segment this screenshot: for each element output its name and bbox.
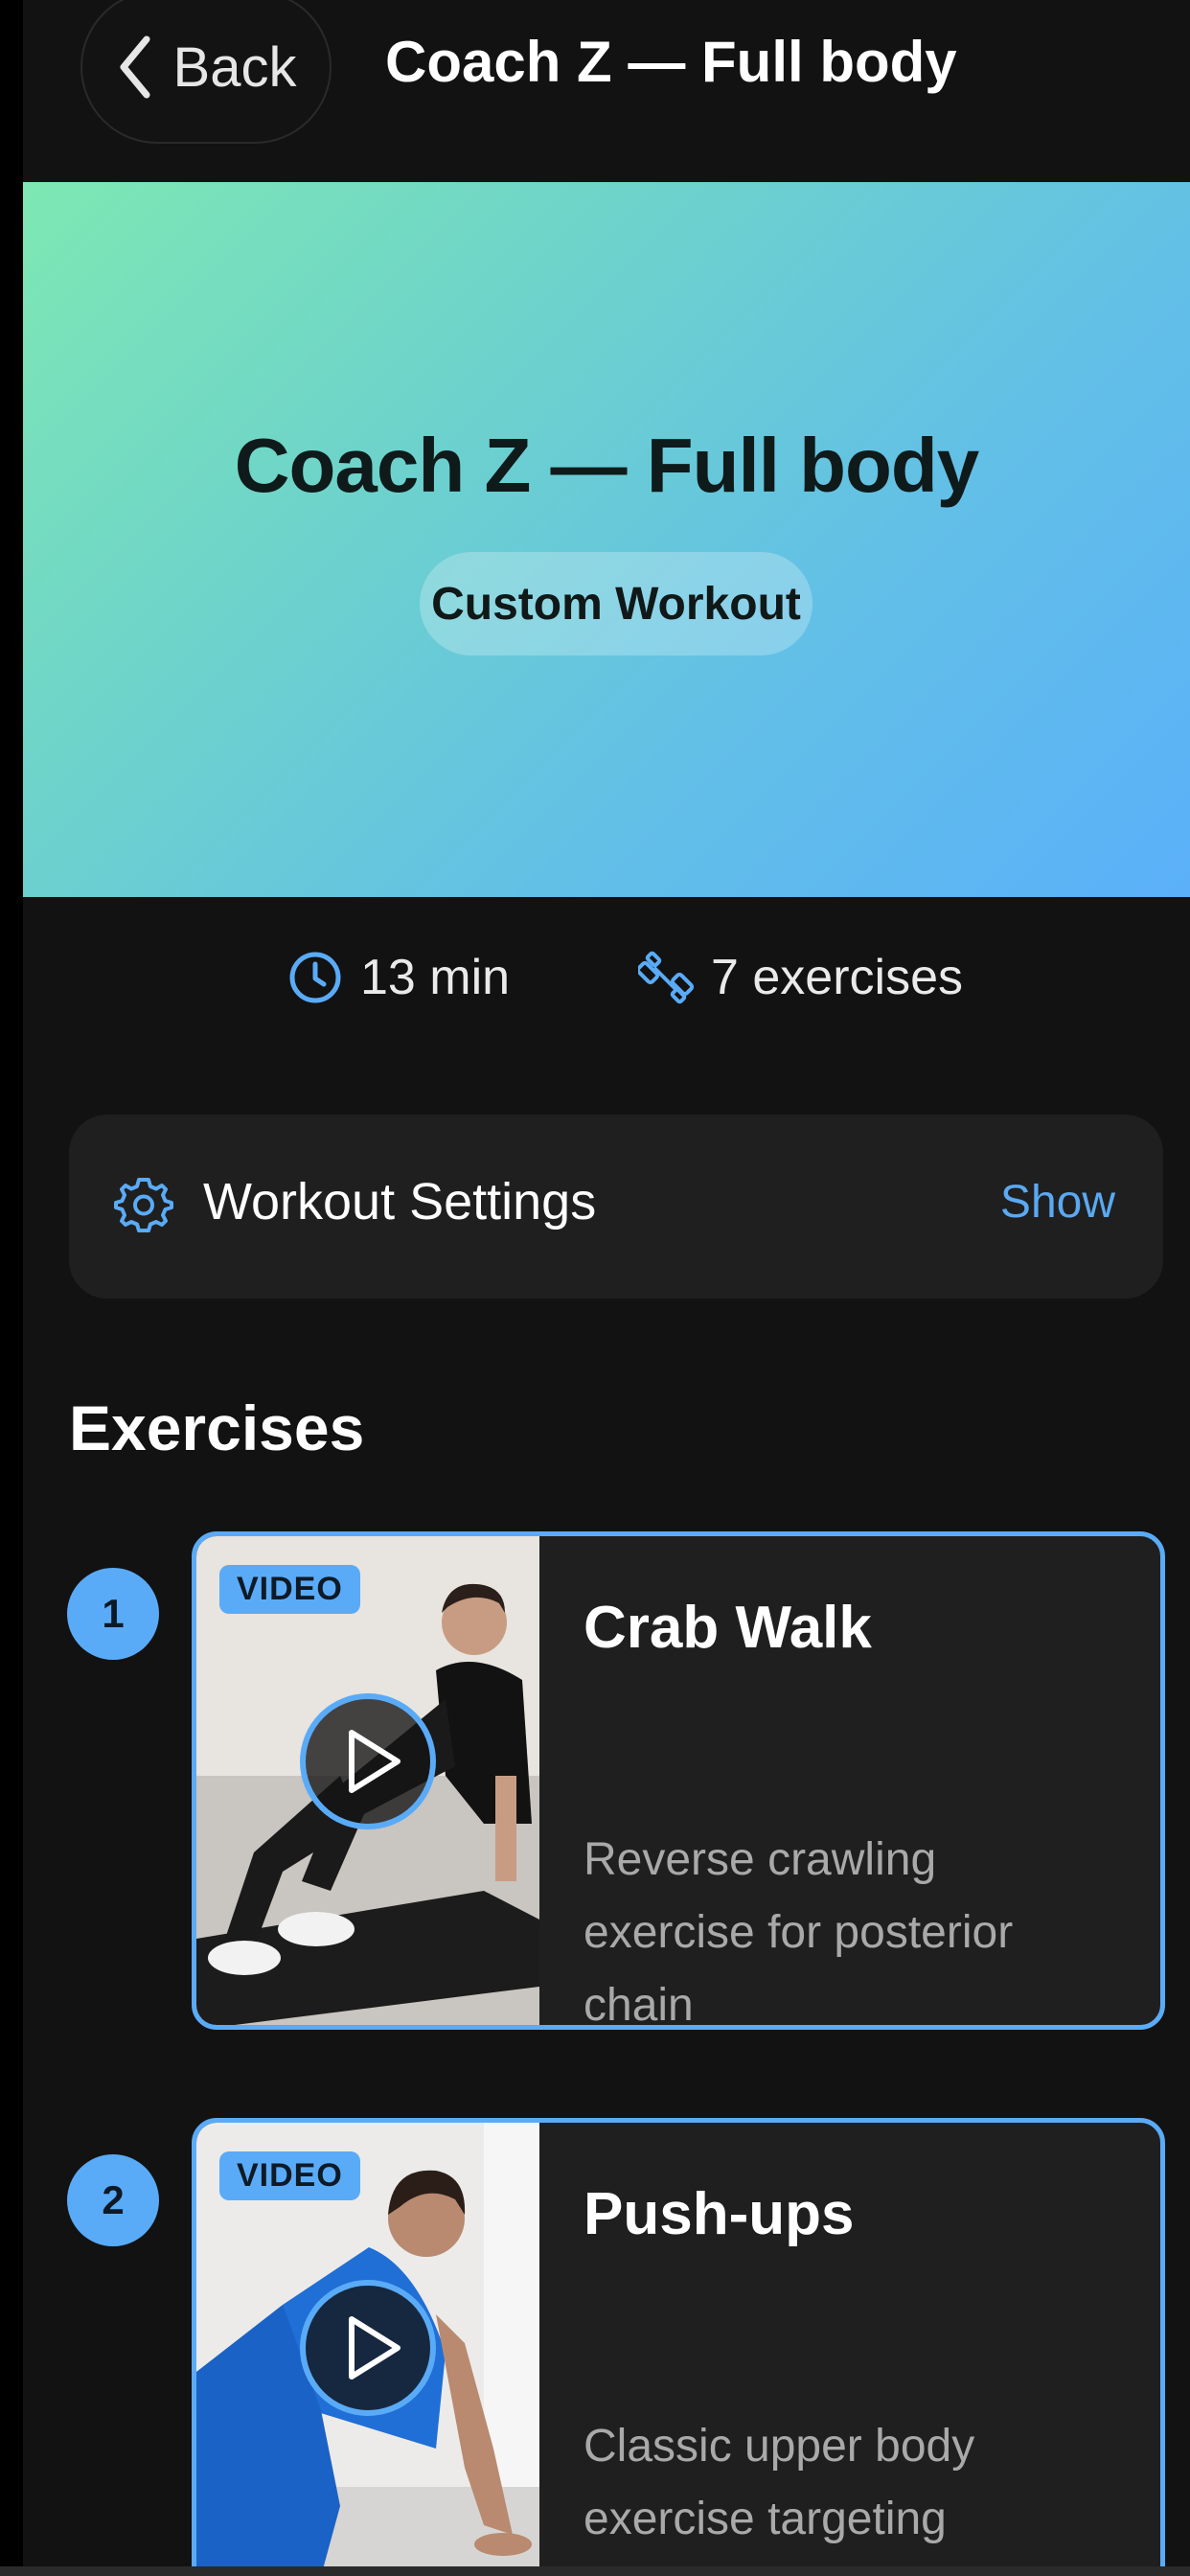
exercise-number-1: 1 <box>67 1568 159 1660</box>
exercise-count-stat: 7 exercises <box>638 949 963 1006</box>
exercise-thumbnail-2[interactable]: VIDEO <box>196 2123 539 2576</box>
left-edge <box>0 0 23 2576</box>
exercise-name-2: Push-ups <box>584 2181 855 2247</box>
back-label: Back <box>172 35 297 99</box>
back-button[interactable]: Back <box>80 0 332 144</box>
workout-stats: 13 min 7 exercises <box>0 949 1190 1035</box>
exercise-card-2[interactable]: VIDEO Push-ups Classic upper body exerci… <box>192 2118 1165 2576</box>
play-icon[interactable] <box>296 2276 440 2420</box>
video-badge-1: VIDEO <box>219 1565 360 1614</box>
bottom-edge <box>0 2566 1190 2576</box>
hero-banner: Coach Z — Full body Custom Workout <box>23 182 1190 897</box>
nav-title: Coach Z — Full body <box>385 30 957 94</box>
hero-title: Coach Z — Full body <box>234 423 980 508</box>
chevron-left-icon <box>120 35 150 99</box>
top-nav-bar: Back Coach Z — Full body <box>23 0 1190 182</box>
dumbbell-icon <box>638 951 694 1004</box>
workout-detail-screen: Back Coach Z — Full body Coach Z — Full … <box>0 0 1190 2576</box>
duration-text: 13 min <box>360 950 511 1005</box>
exercise-thumbnail-1[interactable]: VIDEO <box>196 1536 539 2025</box>
exercises-heading: Exercises <box>69 1392 365 1463</box>
exercise-count-text: 7 exercises <box>711 950 963 1005</box>
clock-icon <box>289 952 341 1003</box>
show-settings-button[interactable]: Show <box>1000 1176 1115 1229</box>
exercise-description-2: Classic upper body exercise targeting ch… <box>584 2421 975 2576</box>
play-icon[interactable] <box>296 1690 440 1833</box>
workout-type-badge: Custom Workout <box>420 552 812 656</box>
exercise-description-1: Reverse crawling exercise for posterior … <box>584 1834 1014 2030</box>
video-badge-2: VIDEO <box>219 2151 360 2200</box>
workout-settings-row[interactable]: Workout Settings Show <box>69 1115 1163 1299</box>
exercise-name-1: Crab Walk <box>584 1595 872 1661</box>
gear-icon <box>114 1178 173 1232</box>
exercise-card-1[interactable]: VIDEO Crab Walk Reverse crawling exercis… <box>192 1531 1165 2030</box>
settings-label: Workout Settings <box>203 1173 597 1230</box>
duration-stat: 13 min <box>287 949 510 1006</box>
exercise-number-2: 2 <box>67 2154 159 2246</box>
